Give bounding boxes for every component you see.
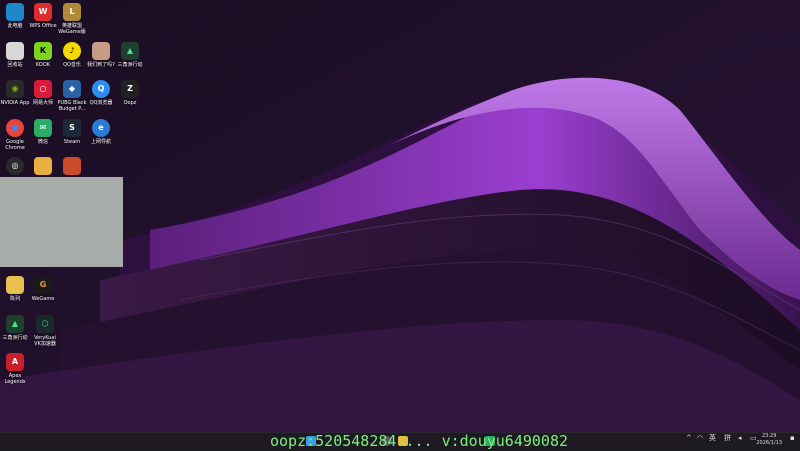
folder-icon: [6, 276, 24, 294]
desktop-icon-label: Oopz: [123, 100, 137, 106]
desktop-icon-delta-force[interactable]: ▲ 三角洲行动: [115, 42, 145, 68]
desktop-icon-obs[interactable]: ◎: [0, 157, 30, 177]
desktop-icon-qq-browser[interactable]: Q QQ浏览器: [86, 80, 116, 106]
kook-icon: K: [34, 42, 52, 60]
tiger-icon: [63, 157, 81, 175]
apex-icon: A: [6, 353, 24, 371]
watermark-text: oopz:520548284 ... v:douyu6490082: [270, 432, 569, 450]
desktop-icon-label: 上网导航: [90, 139, 111, 145]
desktop-icon-label: KOOK: [35, 62, 51, 68]
desktop-icon-label: 网易大师: [32, 100, 53, 106]
desktop-icon-wechat[interactable]: ✉ 微信: [28, 119, 58, 145]
desktop-icon-label: 此电脑: [7, 23, 23, 29]
netease-icon: ○: [34, 80, 52, 98]
blank-overlay-panel: [0, 177, 123, 267]
desktop-icon-label: 三角洲行动: [2, 335, 28, 341]
desktop-icon-label: NVIDIA App: [0, 100, 30, 106]
oopz-icon: Z: [121, 80, 139, 98]
delta-force-icon: ▲: [121, 42, 139, 60]
desktop-icon-wegame[interactable]: G WeGame: [28, 276, 58, 302]
qq-music-icon: ♪: [63, 42, 81, 60]
desktop-icon-oopz[interactable]: Z Oopz: [115, 80, 145, 106]
chrome-icon: ●: [6, 119, 24, 137]
desktop-icon-label: Apex Legends: [4, 373, 26, 385]
desktop-icon-delta-force-2[interactable]: ▲ 三角洲行动: [0, 315, 30, 341]
clock-time: 23:29: [761, 433, 777, 439]
desktop-icon-pubg[interactable]: ◆ PUBG Black Budget P...: [57, 80, 87, 112]
desktop-icon-label: Steam: [63, 139, 81, 145]
desktop-icon-apex[interactable]: A Apex Legends: [0, 353, 30, 385]
delta-force-icon: ▲: [6, 315, 24, 333]
desktop-icon-label: QQ音乐: [63, 62, 81, 68]
wifi-icon[interactable]: ◠: [697, 434, 703, 442]
desktop-icon-label: 陈列: [9, 296, 20, 302]
desktop-icon-label: QQ浏览器: [89, 100, 113, 106]
lol-icon: L: [63, 3, 81, 21]
game-icon: [92, 42, 110, 60]
clock[interactable]: 23:29 2026/1/13: [756, 433, 782, 447]
desktop-icon-qq-music[interactable]: ♪ QQ音乐: [57, 42, 87, 68]
desktop-icon-label: Google Chrome: [5, 139, 25, 151]
folder-icon: [34, 157, 52, 175]
desktop-icon-label: 三角洲行动: [117, 62, 143, 68]
desktop-icon-nvidia[interactable]: ◉ NVIDIA App: [0, 80, 30, 106]
computer-icon: [6, 3, 24, 21]
tray-chevron-icon[interactable]: ^: [686, 434, 692, 442]
notification-icon[interactable]: ▪: [790, 434, 795, 442]
desktop-icon-tiger[interactable]: [57, 157, 87, 177]
desktop-icon-ie[interactable]: e 上网导航: [86, 119, 116, 145]
qq-browser-icon: Q: [92, 80, 110, 98]
desktop-icon-label: WPS Office: [29, 23, 57, 29]
vk-icon: ⬡: [36, 315, 54, 333]
desktop-icon-game[interactable]: 我们到了吗?: [86, 42, 116, 68]
desktop-icon-label: PUBG Black Budget P...: [57, 100, 87, 112]
desktop-icon-label: 英雄联盟WeGame版: [58, 23, 86, 35]
desktop-icon-kook[interactable]: K KOOK: [28, 42, 58, 68]
desktop-icon-label: VeryKuai VK加速器: [34, 335, 56, 347]
desktop-icon-recycle-bin[interactable]: 回收站: [0, 42, 30, 68]
desktop-icon-chrome[interactable]: ● Google Chrome: [0, 119, 30, 151]
desktop-icon-label: 回收站: [7, 62, 23, 68]
obs-icon: ◎: [6, 157, 24, 175]
desktop-icon-label: 我们到了吗?: [87, 62, 115, 68]
steam-icon: S: [63, 119, 81, 137]
nvidia-icon: ◉: [6, 80, 24, 98]
desktop-icon-vk[interactable]: ⬡ VeryKuai VK加速器: [30, 315, 60, 347]
desktop-icon-steam[interactable]: S Steam: [57, 119, 87, 145]
desktop-icon-netease[interactable]: ○ 网易大师: [28, 80, 58, 106]
desktop-icon-folder-display[interactable]: 陈列: [0, 276, 30, 302]
volume-icon[interactable]: ◂: [738, 434, 742, 442]
ie-icon: e: [92, 119, 110, 137]
wechat-icon: ✉: [34, 119, 52, 137]
ime-language[interactable]: 英: [709, 434, 716, 442]
wps-icon: W: [34, 3, 52, 21]
desktop-icon-folder[interactable]: [28, 157, 58, 177]
wegame-icon: G: [34, 276, 52, 294]
desktop-icon-wps[interactable]: W WPS Office: [28, 3, 58, 29]
desktop-icon-this-pc[interactable]: 此电脑: [0, 3, 30, 29]
clock-date: 2026/1/13: [756, 440, 782, 446]
desktop-icon-label: 微信: [37, 139, 48, 145]
desktop-icon-lol[interactable]: L 英雄联盟WeGame版: [57, 3, 87, 35]
desktop-icon-label: WeGame: [31, 296, 55, 302]
pubg-icon: ◆: [63, 80, 81, 98]
ime-mode[interactable]: 拼: [724, 434, 731, 442]
recycle-bin-icon: [6, 42, 24, 60]
